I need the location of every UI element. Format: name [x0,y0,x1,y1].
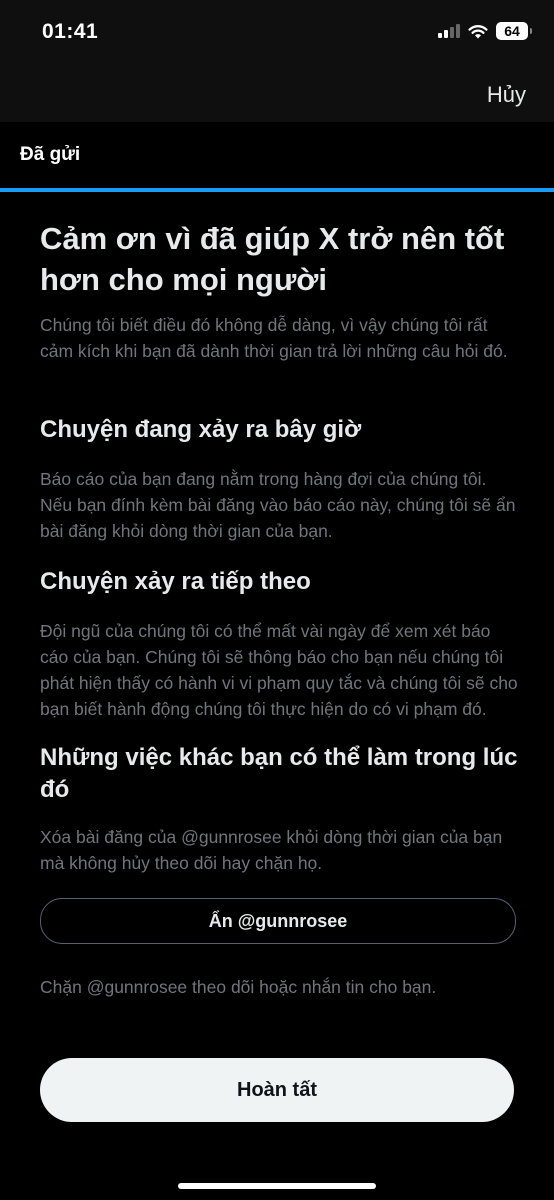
top-bar [0,0,554,122]
wifi-icon [468,24,488,38]
status-time: 01:41 [42,20,99,43]
section-heading-other: Những việc khác bạn có thể làm trong lúc… [40,744,518,803]
done-button[interactable]: Hoàn tất [40,1058,514,1122]
hide-user-button[interactable]: Ẩn @gunnrosee [40,898,516,944]
intro-text: Chúng tôi biết điều đó không dễ dàng, vì… [40,315,508,361]
block-user-link[interactable]: Chặn @gunnrosee theo dõi hoặc nhắn tin c… [40,974,518,1000]
home-indicator[interactable] [178,1183,376,1189]
page-title: Cảm ơn vì đã giúp X trở nên tốt hơn cho … [40,221,505,297]
progress-bar [0,188,554,192]
report-confirmation-content: Cảm ơn vì đã giúp X trở nên tốt hơn cho … [40,218,518,1000]
section-body-now: Báo cáo của bạn đang nằm trong hàng đợi … [40,469,516,541]
cellular-signal-icon [438,24,460,38]
section-heading-now: Chuyện đang xảy ra bây giờ [40,416,362,443]
status-indicators: 64 [438,22,532,40]
section-heading-next: Chuyện xảy ra tiếp theo [40,568,311,595]
cancel-button[interactable]: Hủy [487,82,526,108]
tab-sent: Đã gửi [20,144,81,165]
section-body-other: Xóa bài đăng của @gunnrosee khỏi dòng th… [40,827,503,873]
section-body-next: Đội ngũ của chúng tôi có thể mất vài ngà… [40,621,518,719]
battery-icon: 64 [496,22,532,40]
